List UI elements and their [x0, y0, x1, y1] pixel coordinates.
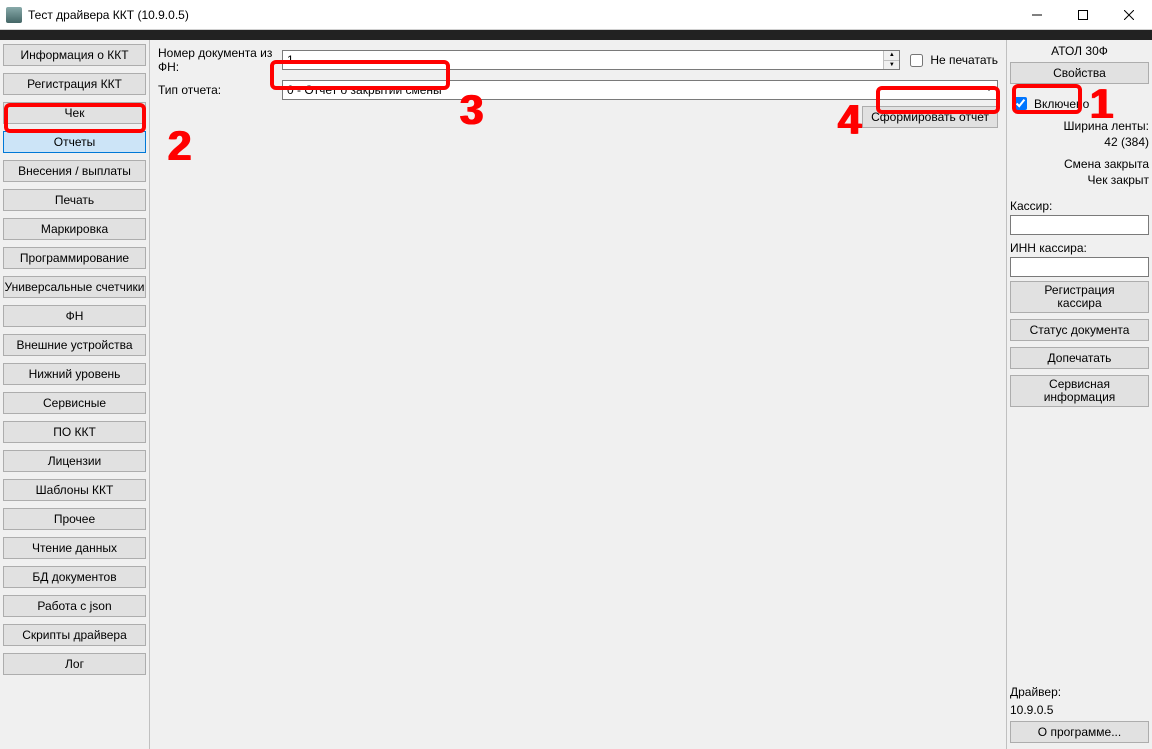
- title-bar: Тест драйвера ККТ (10.9.0.5): [0, 0, 1152, 30]
- sidebar-item-21[interactable]: Лог: [3, 653, 146, 675]
- report-type-label: Тип отчета:: [158, 83, 282, 97]
- window-title: Тест драйвера ККТ (10.9.0.5): [28, 8, 1014, 22]
- sidebar-item-10[interactable]: Внешние устройства: [3, 334, 146, 356]
- sidebar-item-15[interactable]: Шаблоны ККТ: [3, 479, 146, 501]
- cashier-input[interactable]: [1010, 215, 1149, 235]
- dont-print-label: Не печатать: [930, 53, 998, 67]
- sidebar-item-19[interactable]: Работа с json: [3, 595, 146, 617]
- form-report-button[interactable]: Сформировать отчет: [862, 106, 998, 128]
- sidebar: Информация о ККТ Регистрация ККТ Чек Отчеты…: [0, 40, 150, 749]
- shift-status: Смена закрыта: [1010, 157, 1149, 171]
- sidebar-item-5[interactable]: Печать: [3, 189, 146, 211]
- sidebar-item-0[interactable]: Информация о ККТ: [3, 44, 146, 66]
- dont-print-check-input[interactable]: [910, 54, 923, 67]
- main-panel: Номер документа из ФН: ▲ ▼ Не печатать Т…: [150, 40, 1006, 749]
- sidebar-item-11[interactable]: Нижний уровень: [3, 363, 146, 385]
- sidebar-item-2[interactable]: Чек: [3, 102, 146, 124]
- chevron-down-icon: [985, 86, 993, 91]
- sidebar-item-20[interactable]: Скрипты драйвера: [3, 624, 146, 646]
- cashier-label: Кассир:: [1010, 199, 1149, 213]
- spin-down-icon[interactable]: ▼: [883, 61, 899, 70]
- register-cashier-button[interactable]: Регистрация кассира: [1010, 281, 1149, 313]
- driver-version: 10.9.0.5: [1010, 703, 1149, 717]
- properties-button[interactable]: Свойства: [1010, 62, 1149, 84]
- maximize-button[interactable]: [1060, 0, 1106, 30]
- document-status-button[interactable]: Статус документа: [1010, 319, 1149, 341]
- report-type-combo[interactable]: 0 - Отчет о закрытии смены: [282, 80, 998, 100]
- minimize-button[interactable]: [1014, 0, 1060, 30]
- doc-number-input[interactable]: ▲ ▼: [282, 50, 900, 70]
- sidebar-item-7[interactable]: Программирование: [3, 247, 146, 269]
- tape-width-value: 42 (384): [1010, 135, 1149, 149]
- tape-width-label: Ширина ленты:: [1010, 119, 1149, 133]
- sidebar-item-6[interactable]: Маркировка: [3, 218, 146, 240]
- sidebar-item-16[interactable]: Прочее: [3, 508, 146, 530]
- spin-up-icon[interactable]: ▲: [883, 51, 899, 61]
- device-name: АТОЛ 30Ф: [1010, 44, 1149, 58]
- sidebar-item-14[interactable]: Лицензии: [3, 450, 146, 472]
- service-info-button[interactable]: Сервисная информация: [1010, 375, 1149, 407]
- right-panel: АТОЛ 30Ф Свойства Включено Ширина ленты:…: [1006, 40, 1152, 749]
- reprint-button[interactable]: Допечатать: [1010, 347, 1149, 369]
- sidebar-item-13[interactable]: ПО ККТ: [3, 421, 146, 443]
- doc-number-spinner[interactable]: ▲ ▼: [883, 51, 899, 69]
- sidebar-item-17[interactable]: Чтение данных: [3, 537, 146, 559]
- sidebar-item-8[interactable]: Универсальные счетчики: [3, 276, 146, 298]
- dont-print-checkbox[interactable]: Не печатать: [906, 51, 998, 70]
- cashier-inn-input[interactable]: [1010, 257, 1149, 277]
- sidebar-item-9[interactable]: ФН: [3, 305, 146, 327]
- sidebar-item-1[interactable]: Регистрация ККТ: [3, 73, 146, 95]
- sidebar-item-18[interactable]: БД документов: [3, 566, 146, 588]
- enabled-check-input[interactable]: [1014, 97, 1027, 110]
- check-status: Чек закрыт: [1010, 173, 1149, 187]
- sidebar-item-3[interactable]: Отчеты: [3, 131, 146, 153]
- doc-number-label: Номер документа из ФН:: [158, 46, 282, 74]
- report-type-value: 0 - Отчет о закрытии смены: [287, 83, 442, 97]
- close-button[interactable]: [1106, 0, 1152, 30]
- driver-label: Драйвер:: [1010, 685, 1149, 699]
- sidebar-item-4[interactable]: Внесения / выплаты: [3, 160, 146, 182]
- enabled-checkbox[interactable]: Включено: [1010, 94, 1149, 113]
- about-button[interactable]: О программе...: [1010, 721, 1149, 743]
- cashier-inn-label: ИНН кассира:: [1010, 241, 1149, 255]
- doc-number-field[interactable]: [283, 51, 883, 69]
- app-icon: [6, 7, 22, 23]
- enabled-label: Включено: [1034, 97, 1089, 111]
- sidebar-item-12[interactable]: Сервисные: [3, 392, 146, 414]
